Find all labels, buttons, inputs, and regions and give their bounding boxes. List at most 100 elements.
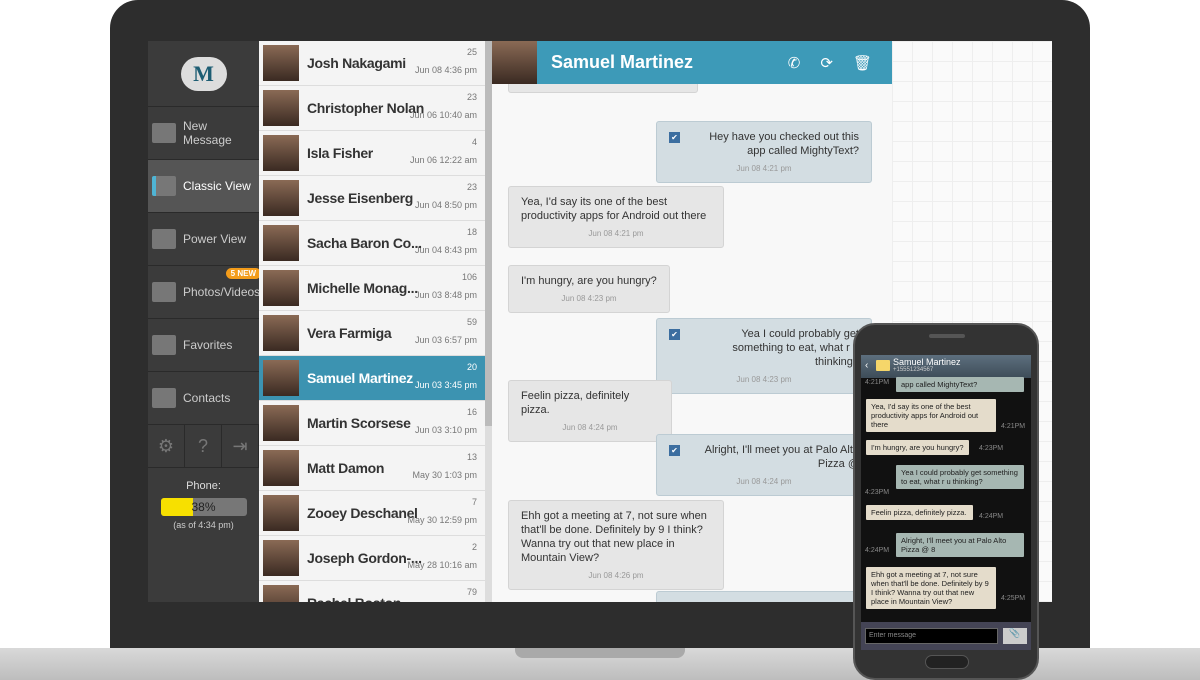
contact-row[interactable]: Josh Nakagami 25 Jun 08 4:36 pm [259, 41, 485, 86]
sidebar-item-label: Favorites [183, 338, 233, 352]
sidebar-item-favorites[interactable]: Favorites [148, 319, 259, 372]
checkbox-icon[interactable]: ✔ [669, 132, 680, 143]
envelope-icon [876, 360, 890, 371]
contact-row[interactable]: Isla Fisher 4 Jun 06 12:22 am [259, 131, 485, 176]
phone-message: Feelin pizza, definitely pizza. [866, 505, 973, 520]
phone-input-bar: Enter message 📎 [861, 622, 1031, 650]
sidebar-item-label: Classic View [183, 179, 251, 193]
sidebar: M New Message Classic View Power View Photo… [148, 41, 261, 602]
message-count: 18 [466, 227, 477, 237]
avatar [263, 45, 299, 81]
avatar [263, 405, 299, 441]
contact-row[interactable]: Samuel Martinez 20 Jun 03 3:45 pm [259, 356, 485, 401]
contact-row[interactable]: Zooey Deschanel 7 May 30 12:59 pm [259, 491, 485, 536]
battery-text: 38% [191, 500, 216, 514]
sidebar-item-label: Contacts [183, 391, 231, 405]
phone-message: Yea I could probably get something to ea… [896, 465, 1024, 489]
message-bubble: Yea, I'd say its one of the best product… [508, 186, 724, 248]
phone-icon[interactable]: ✆ [788, 54, 801, 72]
message-bubble: Feelin pizza, definitely pizza. Jun 08 4:… [508, 380, 672, 442]
scrollbar[interactable] [485, 41, 492, 602]
contact-time: May 30 1:03 pm [412, 470, 477, 480]
battery-asof: (as of 4:34 pm) [173, 520, 234, 530]
message-bubble: I'm hungry, are you hungry? Jun 08 4:23 p… [508, 265, 670, 313]
contact-row[interactable]: Christopher Nolan 23 Jun 06 10:40 am [259, 86, 485, 131]
contact-name: Martin Scorsese [307, 415, 411, 431]
phone-speaker [929, 334, 965, 338]
sidebar-item-power-view[interactable]: Power View [148, 213, 259, 266]
phone-message: app called MightyText? [896, 377, 1024, 392]
phone-message: I'm hungry, are you hungry? [866, 440, 969, 455]
help-icon[interactable]: ? [185, 425, 222, 467]
phone-message-time: 4:21PM [1001, 423, 1026, 430]
message-time: Jun 08 4:21 pm [736, 164, 792, 173]
contact-row[interactable]: Matt Damon 13 May 30 1:03 pm [259, 446, 485, 491]
contact-name: Samuel Martinez [307, 370, 413, 386]
message-text: Hey have you checked out this app called… [709, 131, 859, 157]
contact-name: Rachel Boston [307, 595, 401, 602]
conversation-pane: Jun 04 8:43 pm✔Hey have you checked out … [492, 41, 892, 602]
power-view-icon [152, 229, 176, 249]
gear-icon[interactable]: ⚙ [148, 425, 185, 467]
avatar [263, 360, 299, 396]
message-count: 7 [471, 497, 477, 507]
message-bubble: ✔ Yea I could probably get something to e… [656, 318, 872, 394]
sidebar-item-contacts[interactable]: Contacts [148, 372, 259, 425]
message-time: Jun 08 4:23 pm [561, 294, 617, 303]
message-count: 106 [461, 272, 477, 282]
message-time: Jun 08 4:26 pm [588, 571, 644, 580]
message-count: 59 [466, 317, 477, 327]
logo[interactable]: M [148, 41, 259, 107]
message-count: 16 [466, 407, 477, 417]
phone-message-time: 4:21PM [865, 379, 890, 386]
contact-row[interactable]: Vera Farmiga 59 Jun 03 6:57 pm [259, 311, 485, 356]
star-icon [152, 335, 176, 355]
refresh-icon[interactable]: ⟳ [820, 54, 833, 72]
contact-row[interactable]: Rachel Boston 79 [259, 581, 485, 602]
contact-name: Jesse Eisenberg [307, 190, 414, 206]
contact-row[interactable]: Sacha Baron Co... 18 Jun 04 8:43 pm [259, 221, 485, 266]
sidebar-item-photos-videos[interactable]: Photos/Videos 5 NEW [148, 266, 261, 319]
sidebar-item-new-message[interactable]: New Message [148, 107, 259, 160]
contact-time: Jun 03 6:57 pm [414, 335, 477, 345]
trash-icon[interactable]: 🗑 [853, 54, 872, 72]
contact-row[interactable]: Joseph Gordon-... 2 May 28 10:16 am [259, 536, 485, 581]
avatar [263, 540, 299, 576]
phone-label: Phone: [186, 480, 221, 492]
android-phone: ‹ Samuel Martinez +15551234567 app calle… [853, 323, 1039, 680]
avatar [263, 135, 299, 171]
home-button[interactable] [925, 655, 969, 669]
contact-avatar [492, 41, 537, 84]
message-text: Ehh got a meeting at 7, not sure when th… [521, 510, 707, 564]
sidebar-item-label: Power View [183, 232, 247, 246]
message-text: Feelin pizza, definitely pizza. [521, 390, 630, 416]
contact-name: Matt Damon [307, 460, 385, 476]
contact-row[interactable]: Jesse Eisenberg 23 Jun 04 8:50 pm [259, 176, 485, 221]
contact-name: Isla Fisher [307, 145, 373, 161]
message-time: Jun 08 4:23 pm [736, 375, 792, 384]
avatar [263, 495, 299, 531]
contact-name: Joseph Gordon-... [307, 550, 422, 566]
battery-indicator: 38% [160, 498, 247, 516]
logo-cloud-icon: M [180, 56, 227, 91]
avatar [263, 225, 299, 261]
sidebar-item-classic-view[interactable]: Classic View [148, 160, 259, 213]
checkbox-icon[interactable]: ✔ [669, 445, 680, 456]
contact-time: Jun 04 8:43 pm [414, 245, 477, 255]
contact-time: May 30 12:59 pm [407, 515, 477, 525]
phone-message: Ehh got a meeting at 7, not sure when th… [866, 567, 996, 609]
checkbox-icon[interactable]: ✔ [669, 329, 680, 340]
contact-name: Josh Nakagami [307, 55, 406, 71]
attach-icon[interactable]: 📎 [1003, 628, 1027, 644]
new-badge: 5 NEW [225, 268, 261, 279]
contact-row[interactable]: Michelle Monag... 106 Jun 03 8:48 pm [259, 266, 485, 311]
logout-icon[interactable]: ⇥ [222, 425, 259, 467]
phone-contact-number: +15551234567 [893, 367, 934, 373]
contact-time: May 28 10:16 am [407, 560, 477, 570]
back-icon[interactable]: ‹ [865, 360, 868, 371]
message-count: 20 [466, 362, 477, 372]
phone-message-input[interactable]: Enter message [865, 628, 998, 644]
contact-row[interactable]: Martin Scorsese 16 Jun 03 3:10 pm [259, 401, 485, 446]
avatar [263, 315, 299, 351]
message-count: 23 [466, 182, 477, 192]
